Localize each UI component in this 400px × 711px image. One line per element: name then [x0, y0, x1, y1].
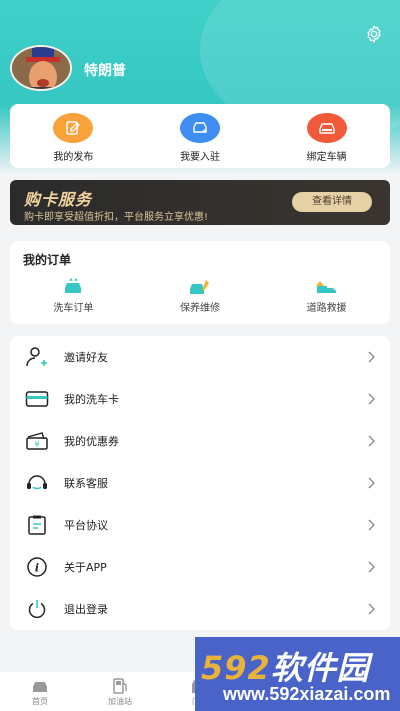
power-icon: [24, 598, 50, 620]
chevron-right-icon: [368, 603, 375, 615]
banner-title: 购卡服务: [24, 190, 93, 209]
coupon-icon: ¥: [24, 430, 50, 452]
watermark-url: www.592xiazai.com: [223, 684, 391, 704]
card-icon: [24, 388, 50, 410]
order-label: 保养维修: [180, 303, 220, 314]
gas-pump-icon: [113, 678, 127, 694]
nav-label: 首页: [32, 697, 48, 706]
tow-truck-icon: [315, 281, 336, 293]
car-wash-icon: [65, 278, 82, 293]
chevron-right-icon: [368, 561, 375, 573]
road-rescue-button[interactable]: 道路救援: [263, 278, 390, 314]
menu-item-label: 联系客服: [64, 477, 108, 490]
bind-vehicle-button[interactable]: 绑定车辆: [263, 104, 390, 168]
menu-item-platform-agreement[interactable]: 平台协议: [10, 504, 390, 546]
chevron-right-icon: [368, 351, 375, 363]
orders-title: 我的订单: [23, 253, 72, 267]
info-icon: i: [24, 556, 50, 578]
menu-item-label: 我的洗车卡: [64, 393, 119, 406]
menu-item-label: 退出登录: [64, 603, 108, 616]
banner-subtitle: 购卡即享受超值折扣，平台服务立享优惠!: [24, 212, 209, 223]
view-details-button[interactable]: 查看详情: [292, 192, 372, 212]
quick-action-label: 我要入驻: [180, 152, 220, 163]
nav-label: 加油站: [108, 697, 132, 706]
card-service-banner[interactable]: 购卡服务 购卡即享受超值折扣，平台服务立享优惠! 查看详情: [10, 180, 390, 225]
order-label: 洗车订单: [53, 303, 94, 314]
wrench-car-icon: [190, 280, 209, 294]
menu-item-label: 我的优惠券: [64, 435, 119, 448]
menu-item-label: 关于APP: [64, 561, 107, 574]
watermark-logo: 592软件园 www.592xiazai.com: [195, 637, 400, 711]
menu-item-label: 邀请好友: [64, 351, 108, 364]
chevron-right-icon: [368, 393, 375, 405]
menu-item-invite-friends[interactable]: 邀请好友: [10, 336, 390, 378]
username: 特朗普: [84, 63, 126, 79]
menu-item-customer-service[interactable]: 联系客服: [10, 462, 390, 504]
car-icon: [306, 113, 347, 143]
chevron-right-icon: [368, 519, 375, 531]
headset-icon: [24, 472, 50, 494]
menu-item-logout[interactable]: 退出登录: [10, 588, 390, 630]
watermark-brand: 592软件园: [201, 643, 370, 689]
join-button[interactable]: 我要入驻: [137, 104, 264, 168]
watermark-brand-text: 软件园: [270, 649, 370, 687]
watermark-brand-number: 592: [201, 649, 271, 687]
chevron-right-icon: [368, 435, 375, 447]
nav-gas-station[interactable]: 加油站: [80, 672, 160, 711]
settings-gear-icon[interactable]: [364, 24, 384, 44]
avatar[interactable]: [10, 45, 72, 91]
menu-item-label: 平台协议: [64, 519, 108, 532]
nav-home[interactable]: 首页: [0, 672, 80, 711]
order-label: 道路救援: [306, 303, 347, 314]
invite-friend-icon: [24, 346, 50, 368]
car-wash-orders-button[interactable]: 洗车订单: [10, 278, 137, 314]
menu-item-coupons[interactable]: ¥ 我的优惠券: [10, 420, 390, 462]
quick-action-label: 我的发布: [53, 152, 94, 163]
home-car-icon: [33, 682, 47, 692]
chevron-right-icon: [368, 477, 375, 489]
edit-icon: [53, 113, 94, 143]
svg-text:¥: ¥: [34, 440, 39, 449]
quick-actions-card: 我的发布 我要入驻 绑定车辆: [10, 104, 390, 168]
clipboard-icon: [24, 514, 50, 536]
my-posts-button[interactable]: 我的发布: [10, 104, 137, 168]
settings-menu: 邀请好友 我的洗车卡 ¥ 我的优惠券 联系客服 平台协议 i 关于APP 退出登…: [10, 336, 390, 630]
quick-action-label: 绑定车辆: [306, 152, 347, 163]
menu-item-wash-card[interactable]: 我的洗车卡: [10, 378, 390, 420]
maintenance-button[interactable]: 保养维修: [137, 278, 264, 314]
car-add-icon: [180, 113, 220, 143]
menu-item-about-app[interactable]: i 关于APP: [10, 546, 390, 588]
orders-card: 我的订单 洗车订单 保养维修 道路救援: [10, 241, 390, 324]
svg-text:i: i: [35, 562, 39, 575]
